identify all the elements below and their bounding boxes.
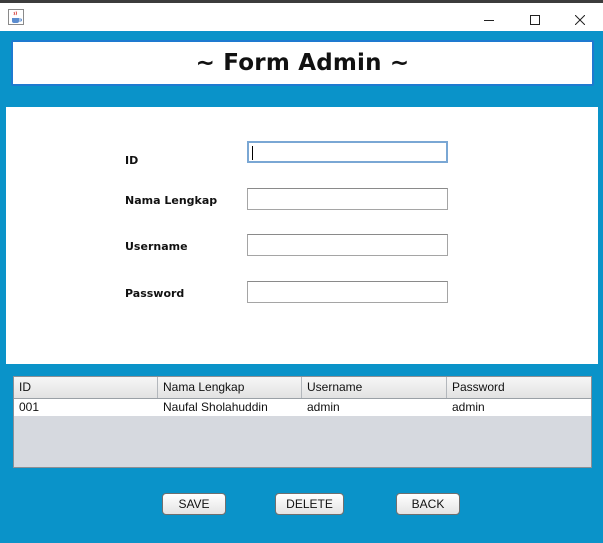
cell-username: admin (307, 400, 340, 414)
header-panel: ~ Form Admin ~ (11, 40, 594, 86)
save-button[interactable]: SAVE (162, 493, 226, 515)
close-icon (575, 15, 585, 25)
admin-table[interactable]: ID Nama Lengkap Username Password 001 Na… (13, 376, 592, 468)
id-label: ID (125, 154, 139, 167)
delete-button[interactable]: DELETE (275, 493, 344, 515)
column-header-password[interactable]: Password (447, 377, 591, 398)
minimize-button[interactable] (466, 6, 512, 34)
column-header-nama-lengkap[interactable]: Nama Lengkap (158, 377, 302, 398)
nama-lengkap-field[interactable] (247, 188, 448, 210)
nama-lengkap-label: Nama Lengkap (125, 194, 218, 207)
table-header: ID Nama Lengkap Username Password (14, 377, 591, 399)
column-header-id[interactable]: ID (14, 377, 158, 398)
id-field[interactable] (247, 141, 448, 163)
table-row[interactable]: 001 Naufal Sholahuddin admin admin (14, 399, 591, 416)
cell-nama-lengkap: Naufal Sholahuddin (163, 400, 268, 414)
close-button[interactable] (557, 6, 603, 34)
cell-password: admin (452, 400, 485, 414)
java-coffee-icon (8, 9, 24, 25)
username-label: Username (125, 240, 188, 253)
page-title: ~ Form Admin ~ (195, 50, 410, 76)
column-header-username[interactable]: Username (302, 377, 447, 398)
maximize-icon (530, 15, 540, 25)
back-button[interactable]: BACK (396, 493, 460, 515)
cell-id: 001 (19, 400, 40, 414)
text-caret (252, 146, 253, 160)
window-titlebar[interactable] (0, 3, 603, 31)
username-field[interactable] (247, 234, 448, 256)
password-field[interactable] (247, 281, 448, 303)
minimize-icon (484, 20, 494, 21)
password-label: Password (125, 287, 185, 300)
maximize-button[interactable] (512, 6, 558, 34)
